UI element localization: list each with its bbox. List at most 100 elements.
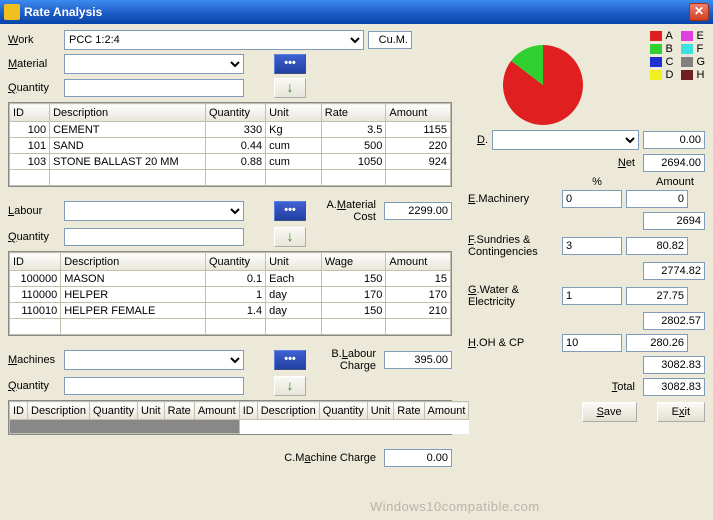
subhead: % Amount: [468, 176, 705, 188]
legend-swatch: [650, 57, 662, 67]
water-pct[interactable]: [562, 287, 622, 305]
col-header[interactable]: Quantity: [205, 253, 265, 271]
material-qty-label: Quantity: [8, 82, 60, 94]
material-add-button[interactable]: ↓: [274, 78, 306, 98]
machines-browse-button[interactable]: •••: [274, 350, 306, 370]
machines-qty-label: Quantity: [8, 380, 60, 392]
ohcp-amt[interactable]: [626, 334, 688, 352]
labour-qty-label: Quantity: [8, 231, 60, 243]
ohcp-subtotal[interactable]: [643, 356, 705, 374]
save-button[interactable]: Save: [582, 402, 637, 422]
legend-item: G: [681, 56, 705, 68]
labour-add-button[interactable]: ↓: [274, 227, 306, 247]
table-row[interactable]: 100000MASON0.1Each15015: [10, 271, 451, 287]
machines-add-button[interactable]: ↓: [274, 376, 306, 396]
col-header[interactable]: ID: [10, 402, 28, 420]
sundries-amt[interactable]: [626, 237, 688, 255]
table-row: [10, 319, 451, 335]
ohcp-label: H.OH & CP: [468, 337, 558, 349]
material-table: IDDescriptionQuantityUnitRateAmount 100C…: [8, 102, 452, 187]
sundries-subtotal[interactable]: [643, 262, 705, 280]
col-header[interactable]: Quantity: [90, 402, 138, 420]
material-cost-value[interactable]: [384, 202, 452, 220]
machines-select[interactable]: [64, 350, 244, 370]
legend-swatch: [650, 31, 662, 41]
window-title: Rate Analysis: [24, 5, 689, 19]
ohcp-pct[interactable]: [562, 334, 622, 352]
labour-select[interactable]: [64, 201, 244, 221]
col-header[interactable]: Rate: [164, 402, 194, 420]
machinery-label: E.Machinery: [468, 193, 558, 205]
watermark: Windows10compatible.com: [370, 499, 540, 514]
table-row[interactable]: 103STONE BALLAST 20 MM0.88cum1050924: [10, 154, 451, 170]
pct-header: %: [567, 176, 627, 188]
water-amt[interactable]: [626, 287, 688, 305]
legend-label: C: [665, 56, 673, 68]
work-select[interactable]: PCC 1:2:4: [64, 30, 364, 50]
col-header[interactable]: Description: [50, 104, 206, 122]
work-unit[interactable]: [368, 31, 412, 49]
legend-item: B: [650, 43, 673, 55]
col-header[interactable]: Quantity: [319, 402, 367, 420]
sundries-pct[interactable]: [562, 237, 622, 255]
legend-label: A: [665, 30, 672, 42]
col-header[interactable]: Rate: [321, 104, 386, 122]
col-header[interactable]: Description: [257, 402, 319, 420]
machinery-subtotal[interactable]: [643, 212, 705, 230]
legend-item: H: [681, 69, 705, 81]
table-row[interactable]: 100CEMENT330Kg3.51155: [10, 122, 451, 138]
col-header[interactable]: Wage: [321, 253, 386, 271]
col-header[interactable]: Amount: [386, 104, 451, 122]
col-header[interactable]: Unit: [266, 104, 322, 122]
d-select[interactable]: [492, 130, 639, 150]
legend-label: G: [696, 56, 705, 68]
work-label: Work: [8, 34, 60, 46]
machinery-pct[interactable]: [562, 190, 622, 208]
labour-qty-input[interactable]: [64, 228, 244, 246]
col-header[interactable]: ID: [239, 402, 257, 420]
machines-table: IDDescriptionQuantityUnitRateAmountIDDes…: [8, 400, 452, 435]
table-row[interactable]: 110010HELPER FEMALE1.4day150210: [10, 303, 451, 319]
exit-button[interactable]: Exit: [657, 402, 705, 422]
machines-label: Machines: [8, 354, 60, 366]
water-subtotal[interactable]: [643, 312, 705, 330]
close-button[interactable]: ✕: [689, 3, 709, 21]
net-value[interactable]: [643, 154, 705, 172]
total-label: Total: [468, 381, 639, 393]
material-select[interactable]: [64, 54, 244, 74]
legend-swatch: [650, 44, 662, 54]
table-row[interactable]: 110000HELPER1day170170: [10, 287, 451, 303]
col-header[interactable]: Amount: [386, 253, 451, 271]
col-header[interactable]: Amount: [194, 402, 239, 420]
machines-qty-input[interactable]: [64, 377, 244, 395]
labour-charge-value[interactable]: [384, 351, 452, 369]
col-header[interactable]: ID: [10, 104, 50, 122]
col-header[interactable]: Unit: [367, 402, 394, 420]
d-amount[interactable]: [643, 131, 705, 149]
amt-header: Amount: [645, 176, 705, 188]
labour-charge-label: B.Labour Charge: [310, 348, 380, 372]
labour-label: Labour: [8, 205, 60, 217]
water-label: G.Water & Electricity: [468, 284, 558, 308]
total-value[interactable]: [643, 378, 705, 396]
material-qty-input[interactable]: [64, 79, 244, 97]
chart-legend: ABCDEFGH: [650, 30, 705, 82]
col-header[interactable]: Quantity: [205, 104, 265, 122]
machinery-amt[interactable]: [626, 190, 688, 208]
legend-swatch: [681, 31, 693, 41]
col-header[interactable]: Description: [61, 253, 206, 271]
col-header[interactable]: Rate: [394, 402, 424, 420]
material-label: Material: [8, 58, 60, 70]
col-header[interactable]: Unit: [266, 253, 322, 271]
machine-charge-value[interactable]: [384, 449, 452, 467]
material-cost-label: A.Material Cost: [310, 199, 380, 223]
material-browse-button[interactable]: •••: [274, 54, 306, 74]
labour-browse-button[interactable]: •••: [274, 201, 306, 221]
legend-label: E: [696, 30, 703, 42]
col-header[interactable]: Unit: [138, 402, 165, 420]
col-header[interactable]: Description: [28, 402, 90, 420]
legend-item: E: [681, 30, 705, 42]
legend-label: F: [696, 43, 703, 55]
col-header[interactable]: ID: [10, 253, 61, 271]
table-row[interactable]: 101SAND0.44cum500220: [10, 138, 451, 154]
